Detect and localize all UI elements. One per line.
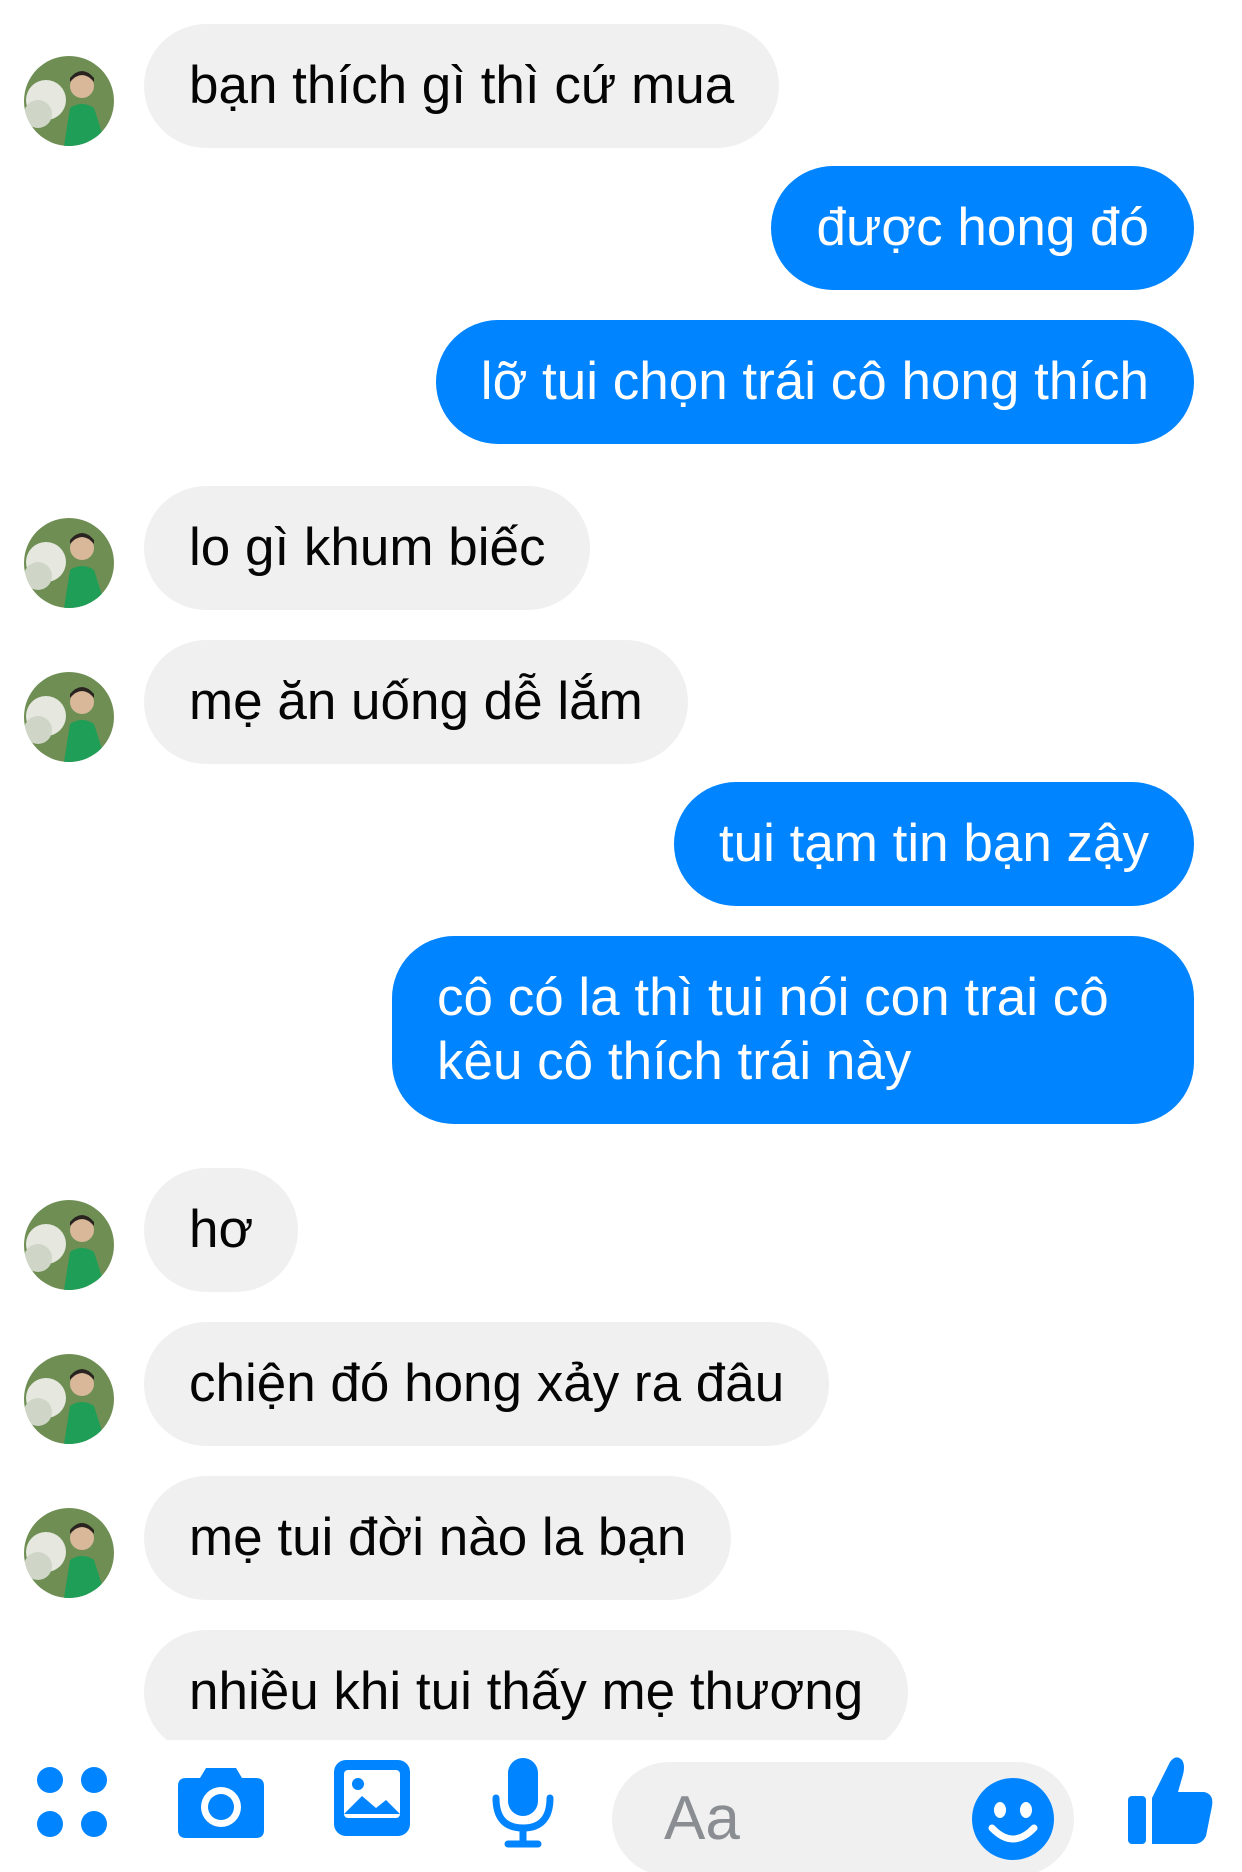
outgoing-message[interactable]: lỡ tui chọn trái cô hong thích xyxy=(435,320,1194,444)
contact-avatar[interactable] xyxy=(24,518,114,608)
microphone-icon[interactable] xyxy=(488,1754,558,1855)
message-thread[interactable]: bạn thích gì thì cứ mua được hong đó lỡ … xyxy=(0,0,1242,1740)
contact-avatar[interactable] xyxy=(24,56,114,146)
incoming-message[interactable]: mẹ tui đời nào la bạn xyxy=(144,1476,732,1600)
incoming-message[interactable]: lo gì khum biếc xyxy=(144,486,591,610)
composer-bar: Aa xyxy=(0,1740,1242,1872)
thumbs-up-icon[interactable] xyxy=(1124,1752,1216,1853)
emoji-icon[interactable] xyxy=(970,1776,1056,1867)
contact-avatar[interactable] xyxy=(24,1354,114,1444)
avatar-photo xyxy=(24,1200,114,1290)
message-input-placeholder: Aa xyxy=(664,1784,740,1853)
contact-avatar[interactable] xyxy=(24,1508,114,1598)
avatar-photo xyxy=(24,1354,114,1444)
incoming-message[interactable]: bạn thích gì thì cứ mua xyxy=(144,24,780,148)
outgoing-message[interactable]: cô có la thì tui nói con trai cô kêu cô … xyxy=(392,936,1194,1124)
contact-avatar[interactable] xyxy=(24,672,114,762)
outgoing-message[interactable]: được hong đó xyxy=(771,166,1194,290)
incoming-message[interactable]: mẹ ăn uống dễ lắm xyxy=(144,640,688,764)
apps-icon[interactable] xyxy=(34,1764,110,1845)
outgoing-message[interactable]: tui tạm tin bạn zậy xyxy=(673,782,1194,906)
incoming-message[interactable]: chiện đó hong xảy ra đâu xyxy=(144,1322,830,1446)
camera-icon[interactable] xyxy=(176,1760,266,1845)
incoming-message[interactable]: nhiều khi tui thấy mẹ thương xyxy=(144,1630,909,1740)
gallery-icon[interactable] xyxy=(332,1758,412,1843)
incoming-message[interactable]: hơ xyxy=(144,1168,299,1292)
avatar-photo xyxy=(24,1508,114,1598)
avatar-photo xyxy=(24,672,114,762)
avatar-photo xyxy=(24,56,114,146)
message-input[interactable]: Aa xyxy=(612,1762,1074,1872)
contact-avatar[interactable] xyxy=(24,1200,114,1290)
avatar-photo xyxy=(24,518,114,608)
